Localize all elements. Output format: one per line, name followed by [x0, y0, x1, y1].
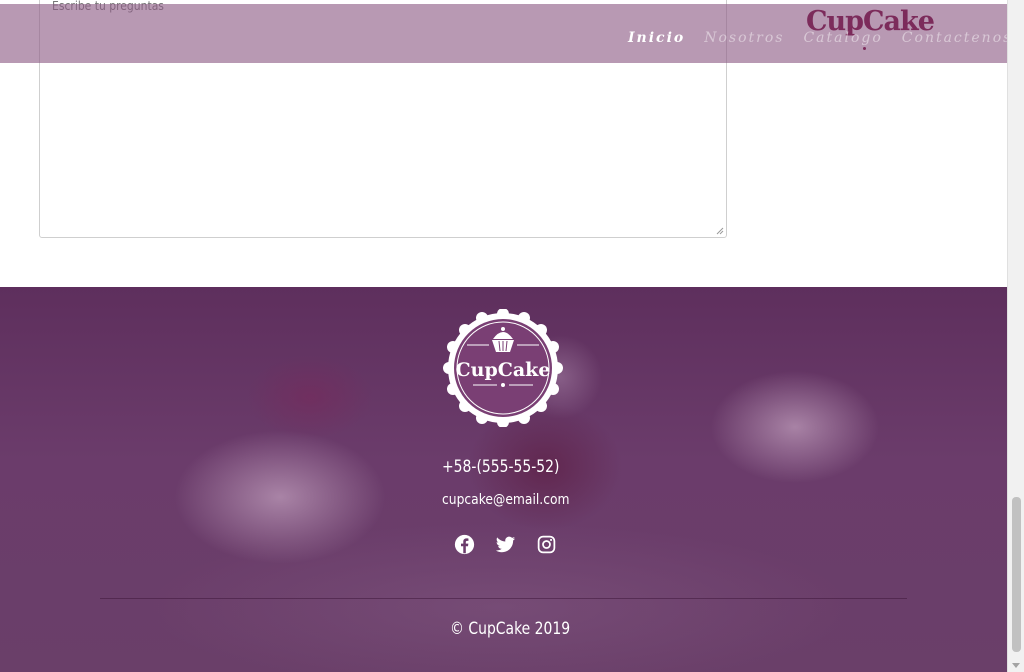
twitter-icon[interactable]: [495, 534, 516, 555]
badge-text: CupCake: [456, 359, 551, 381]
social-links: [454, 534, 557, 555]
nav-contactenos[interactable]: Contactenos: [902, 30, 1007, 46]
facebook-icon[interactable]: [454, 534, 475, 555]
logo-dot: [863, 47, 866, 50]
page: Escribe tu preguntas CupCake Inicio Noso…: [0, 0, 1007, 672]
nav-nosotros[interactable]: Nosotros: [704, 30, 784, 46]
resize-grip-icon[interactable]: [716, 227, 724, 235]
site-footer: CupCake +58-(555-55-52) cupcake@email.co…: [0, 287, 1007, 672]
footer-phone[interactable]: +58-(555-55-52): [442, 457, 559, 477]
site-header: CupCake Inicio Nosotros Catalogo Contact…: [0, 4, 1007, 63]
nav-catalogo[interactable]: Catalogo: [803, 30, 882, 46]
vertical-scrollbar[interactable]: [1007, 0, 1024, 672]
nav-inicio[interactable]: Inicio: [628, 30, 685, 46]
footer-email[interactable]: cupcake@email.com: [442, 492, 570, 508]
main-nav: Inicio Nosotros Catalogo Contactenos: [628, 30, 1007, 46]
instagram-icon[interactable]: [536, 534, 557, 555]
scrollbar-thumb[interactable]: [1012, 497, 1021, 652]
footer-divider: [100, 598, 907, 599]
copyright-text: © CupCake 2019: [450, 619, 571, 639]
footer-logo-badge: CupCake: [443, 309, 563, 427]
scroll-down-arrow-icon[interactable]: [1012, 663, 1020, 668]
